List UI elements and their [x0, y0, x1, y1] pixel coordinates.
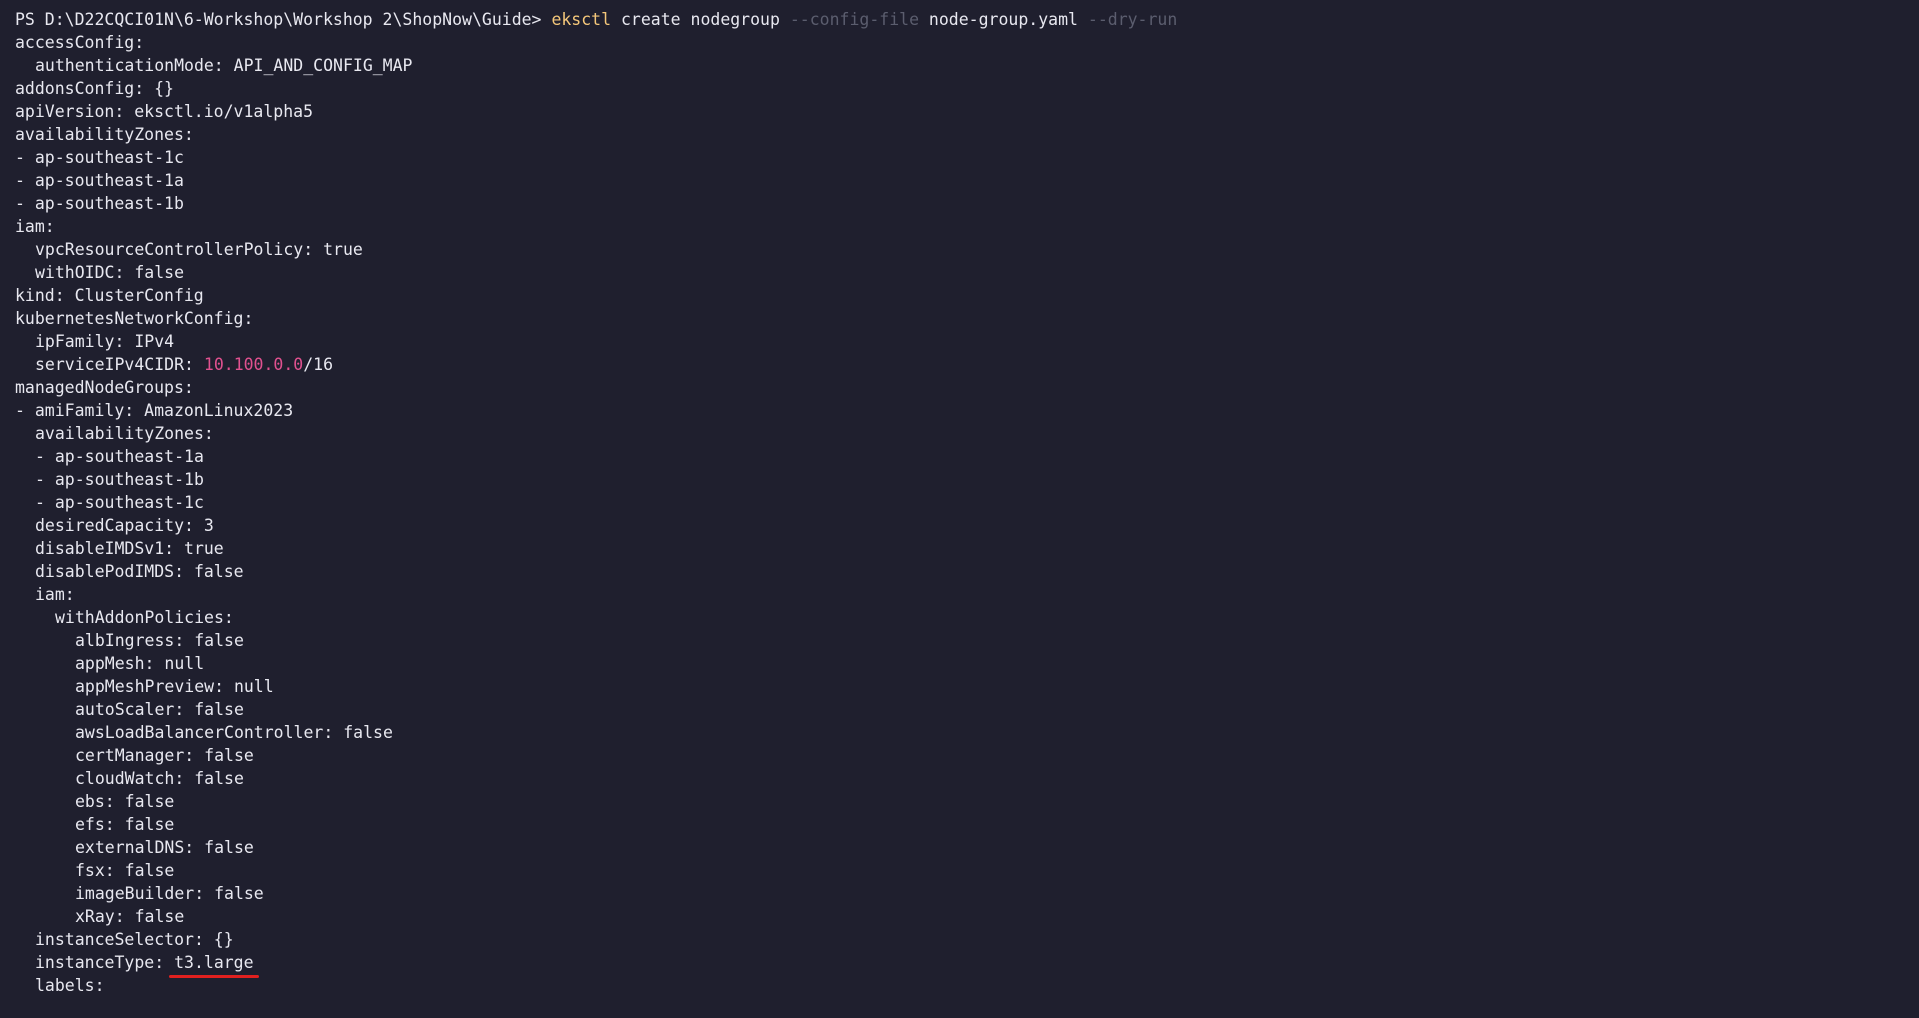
output-line: apiVersion: eksctl.io/v1alpha5	[15, 102, 314, 121]
dry-run-flag: --dry-run	[1087, 10, 1178, 29]
instance-type-value: t3.large	[169, 953, 260, 978]
config-file-flag: --config-file	[789, 10, 919, 29]
output-line: xRay: false	[75, 907, 185, 926]
output-line: externalDNS: false	[75, 838, 254, 857]
output-line: - ap-southeast-1b	[35, 470, 204, 489]
output-line: iam:	[15, 217, 55, 236]
output-line: disablePodIMDS: false	[35, 562, 244, 581]
output-line: cloudWatch: false	[75, 769, 244, 788]
output-line: appMesh: null	[75, 654, 205, 673]
cidr-ip: 10.100.0.0	[203, 355, 304, 374]
config-file-arg: node-group.yaml	[919, 10, 1088, 29]
output-line: addonsConfig: {}	[15, 79, 174, 98]
command-args: create nodegroup	[611, 10, 790, 29]
output-line: availabilityZones:	[35, 424, 214, 443]
output-line: - ap-southeast-1a	[35, 447, 204, 466]
output-line: withOIDC: false	[35, 263, 185, 282]
output-line: withAddonPolicies:	[55, 608, 234, 627]
output-line: imageBuilder: false	[75, 884, 264, 903]
terminal-window[interactable]: PS D:\D22CQCI01N\6-Workshop\Workshop 2\S…	[0, 0, 1919, 1018]
output-line: instanceSelector: {}	[35, 930, 234, 949]
output-line: labels:	[35, 976, 105, 995]
output-line: appMeshPreview: null	[75, 677, 274, 696]
output-line: accessConfig:	[15, 33, 145, 52]
output-line: - ap-southeast-1c	[15, 148, 184, 167]
output-line: instanceType: t3.large	[15, 951, 1919, 978]
output-line: kind: ClusterConfig	[15, 286, 204, 305]
output-line: efs: false	[75, 815, 175, 834]
output-line: disableIMDSv1: true	[35, 539, 224, 558]
output-line: - ap-southeast-1c	[35, 493, 204, 512]
output-line: awsLoadBalancerController: false	[75, 723, 393, 742]
output-line: vpcResourceControllerPolicy: true	[35, 240, 363, 259]
output-line: - amiFamily: AmazonLinux2023	[15, 401, 294, 420]
output-line: managedNodeGroups:	[15, 378, 194, 397]
command-name: eksctl	[551, 10, 612, 29]
output-line: albIngress: false	[75, 631, 244, 650]
output-line: ebs: false	[75, 792, 175, 811]
output-line: authenticationMode: API_AND_CONFIG_MAP	[35, 56, 413, 75]
instance-type-key: instanceType:	[35, 953, 175, 972]
output-line: availabilityZones:	[15, 125, 194, 144]
output-line: - ap-southeast-1b	[15, 194, 184, 213]
output-line: - ap-southeast-1a	[15, 171, 184, 190]
output-line: serviceIPv4CIDR: 10.100.0.0/16	[15, 353, 1919, 376]
output-line: iam:	[35, 585, 75, 604]
output-line: desiredCapacity: 3	[35, 516, 214, 535]
cidr-key: serviceIPv4CIDR:	[35, 355, 204, 374]
prompt-path: PS D:\D22CQCI01N\6-Workshop\Workshop 2\S…	[15, 10, 552, 29]
output-line: ipFamily: IPv4	[35, 332, 175, 351]
output-line: fsx: false	[75, 861, 175, 880]
command-prompt-line: PS D:\D22CQCI01N\6-Workshop\Workshop 2\S…	[15, 8, 1919, 31]
cidr-mask: /16	[303, 355, 334, 374]
output-line: kubernetesNetworkConfig:	[15, 309, 254, 328]
output-line: autoScaler: false	[75, 700, 244, 719]
output-line: certManager: false	[75, 746, 254, 765]
